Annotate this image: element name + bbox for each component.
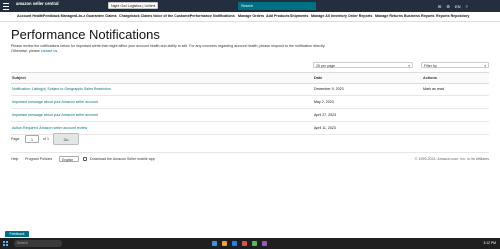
- nav-voice-of-customer[interactable]: Voice of the Customer: [153, 12, 191, 21]
- gear-icon[interactable]: ⚙: [446, 4, 450, 9]
- nav-chargeback-claims[interactable]: Chargeback Claims: [119, 12, 152, 21]
- nav-business-reports[interactable]: Business Reports: [404, 12, 435, 21]
- nav-add-products[interactable]: Add Products: [266, 12, 290, 21]
- filter-by-value: Filter by: [424, 64, 437, 68]
- table-row: Important message about your Amazon sell…: [11, 109, 489, 122]
- language-selector[interactable]: EN: [455, 4, 461, 9]
- header-icons: ✉ ⚙ EN ?: [438, 2, 468, 10]
- table-row: Notification: Listing(s) Subject to Geog…: [11, 83, 489, 96]
- nav-feedback-manager[interactable]: Feedback Manager: [43, 12, 75, 21]
- search-input[interactable]: Search: [238, 2, 316, 10]
- taskbar-search-input[interactable]: Search: [14, 240, 62, 247]
- page-footer: Help Program Policies English Download t…: [11, 155, 489, 163]
- mobile-phone-icon: [83, 157, 87, 161]
- footer-divider: [11, 152, 489, 153]
- app-icon[interactable]: [262, 241, 267, 246]
- os-taskbar: Search 3:12 PM: [0, 238, 500, 249]
- chrome-browser-icon[interactable]: [242, 241, 247, 246]
- chevron-down-icon: ▾: [153, 4, 155, 8]
- windows-start-icon[interactable]: [3, 241, 8, 246]
- page-total-label: of 1: [43, 137, 49, 141]
- contact-us-link[interactable]: contact us.: [41, 49, 58, 53]
- column-header-actions: Actions: [423, 76, 437, 80]
- table-row: Important message about your Amazon sell…: [11, 96, 489, 109]
- nav-shipments[interactable]: Shipments: [290, 12, 308, 21]
- nav-manage-all-inventory[interactable]: Manage All Inventory: [311, 12, 347, 21]
- filter-by-select[interactable]: Filter by ▾: [421, 62, 489, 68]
- notification-date: April 11, 2023: [314, 126, 336, 130]
- nav-manage-orders[interactable]: Manage Orders: [238, 12, 264, 21]
- table-row: Action Required: Amazon seller account r…: [11, 122, 489, 135]
- mark-as-read-link[interactable]: Mark as read: [423, 83, 444, 95]
- column-header-subject: Subject: [12, 76, 26, 80]
- nav-order-reports[interactable]: Order Reports: [348, 12, 372, 21]
- notification-subject-link[interactable]: Important message about your Amazon sell…: [12, 109, 98, 121]
- taskbar-clock[interactable]: 3:12 PM: [483, 238, 496, 249]
- page-label: Page: [11, 137, 20, 141]
- nav-performance-notifications[interactable]: Performance Notifications: [190, 12, 235, 21]
- folder-icon[interactable]: [222, 241, 227, 246]
- page-description: Please review the notifications below fo…: [11, 44, 331, 53]
- app-icon[interactable]: [252, 241, 257, 246]
- help-link[interactable]: Help: [11, 155, 18, 163]
- notification-date: April 27, 2023: [314, 113, 337, 117]
- mail-icon[interactable]: ✉: [438, 4, 441, 9]
- per-page-value: 25 per page: [316, 64, 336, 68]
- notification-subject-link[interactable]: Notification: Listing(s) Subject to Geog…: [12, 83, 111, 95]
- page-number-input[interactable]: 1: [25, 135, 39, 143]
- per-page-select[interactable]: 25 per page ▾: [313, 62, 413, 68]
- store-selector-value: Night Owl Logistics | Unite...: [111, 4, 156, 8]
- notification-date: December 9, 2023: [314, 87, 344, 91]
- go-button[interactable]: Go: [53, 133, 79, 145]
- bookmark-nav-bar: Account Health Feedback Manager A-to-z G…: [0, 12, 500, 22]
- help-icon[interactable]: ?: [466, 4, 468, 9]
- column-header-date: Date: [314, 76, 323, 80]
- mobile-app-link[interactable]: Download the Amazon Seller mobile app: [90, 155, 155, 163]
- chevron-down-icon: ▾: [408, 64, 410, 68]
- program-policies-link[interactable]: Program Policies: [25, 155, 52, 163]
- search-label: Search: [241, 4, 254, 8]
- store-selector[interactable]: Night Owl Logistics | Unite... ▾: [108, 2, 158, 9]
- notification-date: May 2, 2023: [314, 100, 334, 104]
- chevron-down-icon: ▾: [484, 64, 486, 68]
- file-explorer-icon[interactable]: [212, 241, 217, 246]
- edge-browser-icon[interactable]: [232, 241, 237, 246]
- nav-reports-repository[interactable]: Reports Repository: [436, 12, 469, 21]
- footer-language-select[interactable]: English: [59, 156, 79, 162]
- notification-subject-link[interactable]: Important message about your Amazon sell…: [12, 96, 98, 108]
- nav-a-to-z-claims[interactable]: A-to-z Guarantee Claims: [75, 12, 117, 21]
- hamburger-menu-icon[interactable]: [3, 3, 9, 10]
- amazon-seller-central-logo[interactable]: amazon seller central: [16, 1, 59, 6]
- copyright-text: © 1999-2024, Amazon.com, Inc. or its aff…: [414, 157, 489, 161]
- top-header: amazon seller central Night Owl Logistic…: [0, 0, 500, 12]
- nav-manage-returns[interactable]: Manage Returns: [375, 12, 403, 21]
- page-title: Performance Notifications: [11, 27, 160, 42]
- feedback-button[interactable]: Feedback: [5, 231, 29, 237]
- nav-account-health[interactable]: Account Health: [17, 12, 43, 21]
